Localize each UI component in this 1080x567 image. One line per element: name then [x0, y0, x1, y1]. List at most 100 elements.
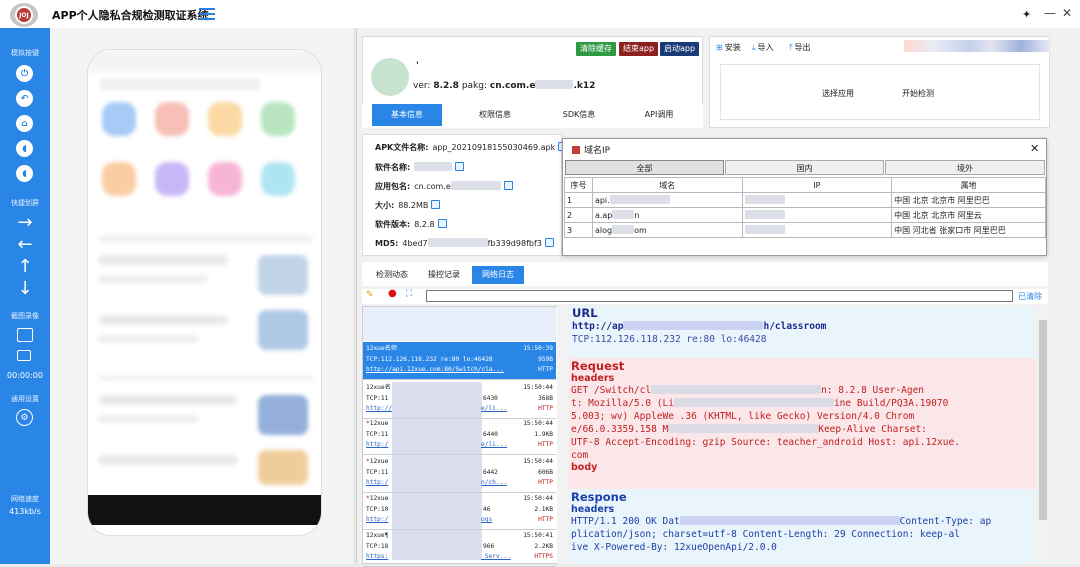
header-domain: 域名 [591, 177, 743, 193]
menu-icon[interactable] [199, 8, 215, 20]
tab-detection[interactable]: 检测动态 [366, 266, 418, 284]
url-section-text: URL http://ap h/classroom TCP:112.126.118… [572, 306, 1039, 346]
window-icon [572, 146, 580, 154]
section-settings: 通用设置 [11, 395, 39, 403]
request-list-item[interactable]: *12xue 15:50:44 TCP:11 6442 606B http:/n/ch..… [363, 455, 556, 493]
back-icon[interactable]: ↶ [16, 90, 33, 107]
app-logo: JOJ [10, 3, 38, 27]
tab-operation[interactable]: 操控记录 [418, 266, 470, 284]
copy-icon[interactable] [437, 219, 447, 228]
section-mock-keys: 模拟按键 [11, 49, 39, 57]
copy-icon[interactable] [431, 200, 441, 209]
apk-row: APK文件名称: app_20210918155030469.apk [375, 142, 568, 153]
app-title: APP个人隐私合规检测取证系统 [52, 9, 209, 22]
info-tabs: 基本信息 权限信息 SDK信息 API调用 [362, 104, 703, 128]
tab-api[interactable]: API调用 [624, 104, 694, 126]
swipe-right-icon[interactable]: → [12, 214, 38, 232]
url-line: http://ap h/classroom [572, 321, 827, 332]
pen-icon[interactable]: ✎ [366, 290, 374, 300]
request-list-item[interactable]: 12xue名 15:50:44 TCP:11 6430 368B http://e/li.… [363, 381, 556, 419]
apk-label: APK文件名称: [375, 143, 429, 152]
export-label: 导出 [794, 43, 811, 52]
export-button[interactable]: ⤒ 导出 [789, 42, 811, 53]
request-list-item[interactable]: 12xue名师 15:50:39 TCP:112.126.118.232 re:80… [363, 342, 556, 380]
request-title: Request [571, 359, 625, 373]
url-title: URL [572, 306, 598, 320]
start-app-button[interactable]: 启动app [660, 42, 700, 56]
tab-sdk[interactable]: SDK信息 [544, 104, 614, 126]
request-list-item[interactable]: *12xue 15:50:44 TCP:11 6440 1.9KB http:/e/li.… [363, 417, 556, 455]
swipe-up-icon[interactable]: ↑ [12, 258, 38, 276]
gear-icon[interactable]: ⚙ [16, 409, 33, 426]
table-row[interactable]: 2 a.ap n 中国 北京 北京市 阿里云 [564, 207, 1046, 223]
close-window-button[interactable]: ✕ [1062, 6, 1072, 20]
tab-all[interactable]: 全部 [565, 160, 724, 175]
tab-overseas[interactable]: 境外 [885, 160, 1045, 175]
copy-icon[interactable] [455, 162, 465, 171]
home-icon[interactable]: ⌂ [16, 115, 33, 132]
volume-up-icon[interactable]: ◖ [16, 140, 33, 157]
start-detect-button[interactable]: 开始检测 [890, 86, 946, 102]
power-icon[interactable]: ⏻ [16, 65, 33, 82]
filter-input[interactable] [426, 290, 1013, 302]
tab-permissions[interactable]: 权限信息 [460, 104, 530, 126]
list-top-blur [363, 307, 556, 341]
close-icon[interactable]: ✕ [1030, 142, 1039, 155]
tab-domestic[interactable]: 国内 [725, 160, 884, 175]
list-scrollbar[interactable] [557, 306, 567, 564]
screenshot-icon[interactable] [17, 328, 33, 342]
filter-icon[interactable]: ⛶ [406, 289, 412, 299]
pkg-prefix: cn.com.e [489, 81, 536, 91]
install-button[interactable]: ⊞ 安装 [716, 42, 741, 53]
end-app-button[interactable]: 结束app [619, 42, 659, 56]
md5-suffix: fb339d98fbf3 [487, 239, 542, 248]
swipe-down-icon[interactable]: ↓ [12, 280, 38, 298]
import-label: 导入 [757, 43, 774, 52]
volume-down-icon[interactable]: ◖ [16, 165, 33, 182]
domain-title-text: 域名IP [584, 146, 611, 156]
pkg-suffix: .k12 [573, 81, 596, 91]
domain-table: 序号 域名 IP 属地 1 api. 中国 北京 北京市 阿里巴巴 2 a.ap… [564, 177, 1046, 238]
table-header: 序号 域名 IP 属地 [564, 177, 1046, 193]
section-record: 截图录像 [11, 312, 39, 320]
copy-icon[interactable] [544, 238, 554, 247]
clear-link[interactable]: 已清除 [1018, 291, 1042, 302]
copy-icon[interactable] [503, 181, 513, 190]
response-title: Respone [571, 490, 627, 504]
tab-network-log[interactable]: 网络日志 [472, 266, 524, 284]
minimize-button[interactable]: — [1044, 6, 1056, 20]
response-headers-label: headers [571, 504, 615, 515]
export-icon: ⤒ [789, 43, 793, 52]
section-swipe: 快捷划屏 [11, 199, 39, 207]
pin-icon[interactable]: ✦ [1022, 8, 1031, 21]
record-dot-icon[interactable]: ● [388, 288, 397, 299]
name-row: 软件名称: [375, 162, 465, 173]
phone-screen[interactable] [87, 49, 322, 536]
size-row: 大小: 88.2MB [375, 200, 441, 211]
table-row[interactable]: 1 api. 中国 北京 北京市 阿里巴巴 [564, 192, 1046, 208]
record-icon[interactable] [17, 350, 31, 361]
name-label: 软件名称: [375, 163, 411, 172]
md5-row: MD5: 4bed7 fb339d98fbf3 [375, 238, 554, 248]
request-body-label: body [571, 462, 598, 473]
header-location: 属地 [891, 177, 1046, 193]
request-list-item[interactable]: *12xue 15:50:44 TCP:10 46 2.1KB http:/ogs HTTP [363, 492, 556, 530]
version-row: 软件版本: 8.2.8 [375, 219, 447, 230]
choose-app-button[interactable]: 选择应用 [810, 86, 866, 102]
size-value: 88.2MB [398, 201, 429, 210]
table-row[interactable]: 3 alog om 中国 河北省 张家口市 阿里巴巴 [564, 222, 1046, 238]
request-section-text: Request headers GET /Switch/cl n: 8.2.8 U… [571, 359, 1038, 473]
install-icon: ⊞ [716, 43, 723, 52]
clear-cache-button[interactable]: 清除缓存 [576, 42, 616, 56]
detail-scroll-thumb[interactable] [1039, 320, 1047, 520]
net-speed-value: 413kb/s [9, 507, 41, 516]
request-list-item[interactable]: 12xue¶ 15:50:41 TCP:18 966 2.2KB https: _Serv.… [363, 529, 556, 567]
md5-label: MD5: [375, 239, 399, 248]
tab-basic-info[interactable]: 基本信息 [372, 104, 442, 126]
import-button[interactable]: ⤓ 导入 [752, 42, 774, 53]
swipe-left-icon[interactable]: ← [12, 236, 38, 254]
apk-value: app_20210918155030469.apk [432, 143, 556, 152]
import-icon: ⤓ [752, 43, 756, 52]
request-headers-label: headers [571, 373, 615, 384]
domain-window-title: 域名IP [572, 143, 610, 156]
